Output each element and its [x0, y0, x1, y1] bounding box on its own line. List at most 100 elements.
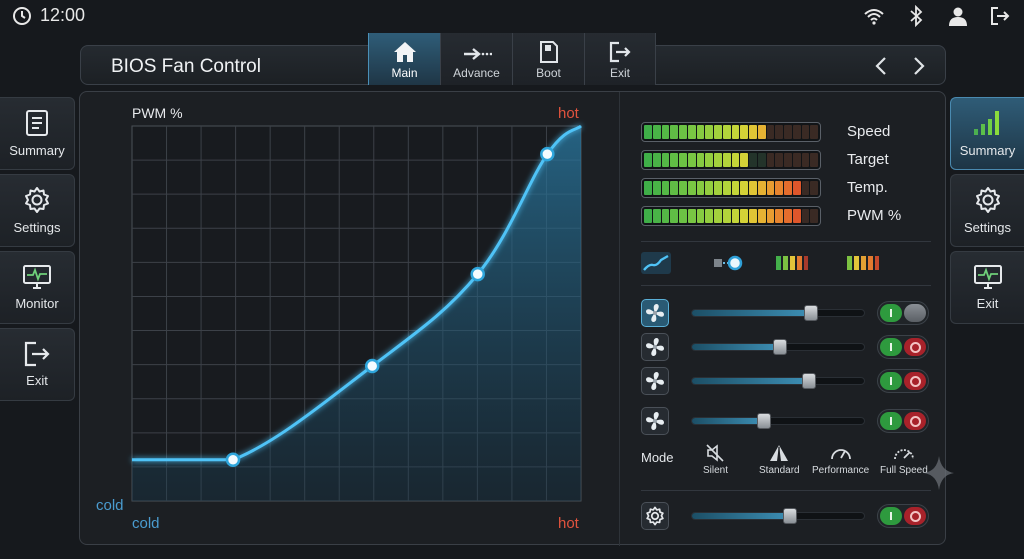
meter-row-speed: Speed	[641, 122, 890, 142]
divider	[641, 241, 931, 242]
meter-segment	[714, 209, 722, 223]
bar-meter-icon	[776, 256, 808, 270]
meter-row-pwm: PWM %	[641, 206, 901, 226]
meter-segment	[801, 153, 810, 167]
tab-main[interactable]: Main	[368, 33, 440, 85]
meter-segment	[731, 153, 740, 167]
fan-icon	[646, 372, 664, 390]
slider-knob[interactable]	[757, 413, 772, 429]
meter-segment	[661, 209, 670, 223]
master-slider[interactable]	[691, 508, 865, 524]
meter-segment	[670, 153, 678, 167]
mode-full-speed[interactable]: Full Speed	[880, 444, 928, 476]
tab-boot[interactable]: Boot	[512, 33, 584, 85]
meter-segment	[749, 181, 757, 195]
exit-icon	[609, 41, 631, 63]
left-menu-summary[interactable]: Summary	[0, 97, 75, 170]
meter-label: PWM %	[847, 207, 902, 224]
meter-segment	[652, 153, 661, 167]
fan-3-slider[interactable]	[691, 373, 865, 389]
right-menu-exit[interactable]: Exit	[950, 251, 1024, 324]
fan-icon	[646, 304, 664, 322]
logout-icon[interactable]	[986, 4, 1014, 28]
wifi-icon[interactable]	[860, 4, 888, 28]
slider-knob[interactable]	[801, 373, 816, 389]
toggle-on	[880, 507, 902, 525]
meter-segment	[792, 181, 801, 195]
curve-control-point[interactable]	[540, 146, 555, 162]
boot-icon	[539, 41, 558, 63]
fan-3-button[interactable]	[641, 367, 669, 395]
meter-segment	[652, 209, 661, 223]
fan-1-slider[interactable]	[691, 305, 865, 321]
fan-icon	[646, 338, 664, 356]
meter-segment	[687, 181, 696, 195]
bar-meter-view-button-alt[interactable]	[846, 254, 880, 272]
left-menu-exit[interactable]: Exit	[0, 328, 75, 401]
curve-control-point[interactable]	[225, 452, 241, 467]
bar-meter-view-button[interactable]	[775, 254, 809, 272]
meter-segment	[757, 181, 766, 195]
fan-2-toggle[interactable]	[877, 335, 929, 359]
left-menu-label: Exit	[26, 373, 48, 388]
fan-2-slider[interactable]	[691, 339, 865, 355]
fan-4-toggle[interactable]	[877, 409, 929, 433]
toggle-on	[880, 412, 902, 430]
fan-4-slider[interactable]	[691, 413, 865, 429]
master-settings-button[interactable]	[641, 502, 669, 530]
y-axis-label: PWM %	[132, 105, 183, 121]
slider-knob[interactable]	[803, 305, 818, 321]
toggle-off	[904, 304, 926, 322]
curve-control-point[interactable]	[470, 266, 485, 282]
user-icon[interactable]	[944, 4, 972, 28]
meter-segment	[687, 125, 696, 139]
right-menu-label: Summary	[959, 143, 1016, 158]
mode-option-label: Performance	[812, 465, 870, 476]
mode-silent[interactable]: Silent	[703, 444, 728, 476]
meter-label: Temp.	[847, 179, 888, 196]
fan-2-button[interactable]	[641, 333, 669, 361]
meter-segment	[801, 181, 810, 195]
meter-segment	[740, 125, 748, 139]
toggle-on	[880, 338, 902, 356]
chevron-left-icon[interactable]	[871, 54, 891, 78]
mode-performance[interactable]: Performance	[812, 444, 869, 476]
slider-knob[interactable]	[783, 508, 798, 524]
left-menu-settings[interactable]: Settings	[0, 174, 75, 247]
right-menu-settings[interactable]: Settings	[950, 174, 1024, 247]
curve-control-point[interactable]	[364, 358, 380, 374]
standard-icon	[770, 445, 789, 461]
meter-segment	[792, 209, 801, 223]
meter-segment	[766, 125, 775, 139]
tab-exit[interactable]: Exit	[584, 33, 656, 85]
x-axis-left-label: cold	[132, 515, 160, 532]
right-menu: Summary Settings Exit	[950, 97, 1024, 324]
left-menu-monitor[interactable]: Monitor	[0, 251, 75, 324]
slider-fill	[692, 378, 809, 384]
curve-view-button[interactable]	[641, 252, 671, 274]
toggle-off	[904, 507, 926, 525]
meter-segment	[775, 125, 783, 139]
y-axis-bottom-label: cold	[96, 497, 124, 514]
meter-segment	[661, 125, 670, 139]
chevron-right-icon[interactable]	[909, 54, 929, 78]
bluetooth-icon[interactable]	[902, 4, 930, 28]
meter-segment	[757, 125, 766, 139]
fan-icon	[646, 412, 664, 430]
fan-slider-view-button[interactable]	[713, 253, 743, 273]
mode-option-label: Silent	[703, 465, 729, 476]
fan-1-button[interactable]	[641, 299, 669, 327]
master-toggle[interactable]	[877, 504, 929, 528]
right-menu-summary[interactable]: Summary	[950, 97, 1024, 170]
fan-4-button[interactable]	[641, 407, 669, 435]
meter-segment	[722, 125, 731, 139]
mode-standard[interactable]: Standard	[759, 444, 800, 476]
fan-1-toggle[interactable]	[877, 301, 929, 325]
meter-label: Speed	[847, 123, 891, 140]
tab-advance[interactable]: Advance	[440, 33, 512, 85]
slider-knob[interactable]	[772, 339, 787, 355]
fan-3-toggle[interactable]	[877, 369, 929, 393]
meter-segment	[696, 153, 705, 167]
bar-meter-icon	[847, 256, 879, 270]
tab-label: Boot	[536, 66, 561, 80]
